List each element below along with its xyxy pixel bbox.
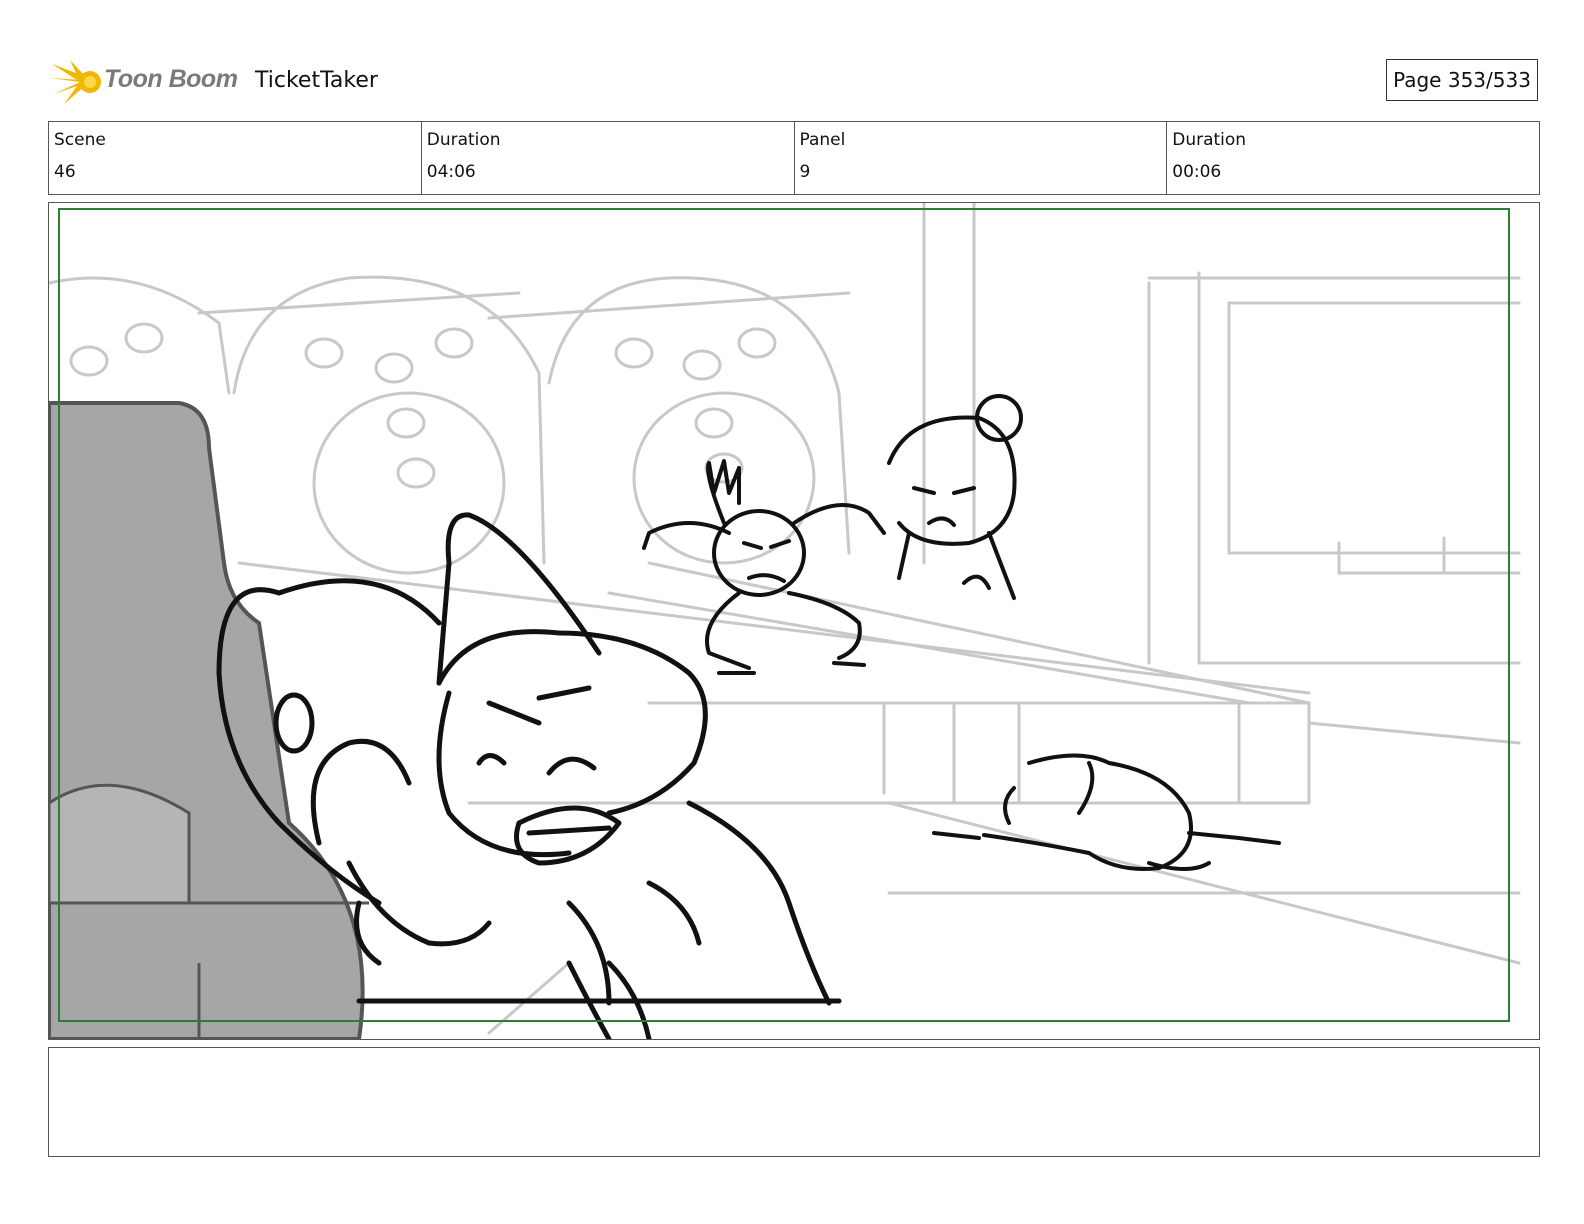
background-characters <box>642 394 1281 871</box>
scene-label: Scene <box>54 130 106 150</box>
panel-duration-value: 00:06 <box>1172 162 1222 182</box>
panel-duration-label: Duration <box>1172 130 1247 150</box>
panel-duration-cell: Duration 00:06 <box>1167 122 1539 194</box>
panel-notes-box[interactable] <box>48 1047 1540 1157</box>
scene-duration-cell: Duration 04:06 <box>422 122 795 194</box>
starburst-icon <box>50 60 101 104</box>
panel-cell: Panel 9 <box>795 122 1168 194</box>
storyboard-sketch <box>49 203 1521 1039</box>
project-title: TicketTaker <box>255 68 378 93</box>
scene-duration-value: 04:06 <box>426 162 476 182</box>
page-indicator: Page 353/533 <box>1386 59 1538 101</box>
panel-info-table: Scene 46 Duration 04:06 Panel 9 Duration… <box>48 121 1540 195</box>
toon-boom-logo: Toon Boom <box>50 56 240 108</box>
page-header: Toon Boom TicketTaker <box>50 56 1540 108</box>
scene-value: 46 <box>54 162 76 182</box>
panel-value: 9 <box>799 162 811 182</box>
scene-duration-label: Duration <box>426 130 501 150</box>
scene-cell: Scene 46 <box>49 122 422 194</box>
panel-label: Panel <box>799 130 846 150</box>
brand-name: Toon Boom <box>104 65 238 93</box>
storyboard-panel <box>48 202 1540 1040</box>
foreground-booth <box>49 401 369 1039</box>
